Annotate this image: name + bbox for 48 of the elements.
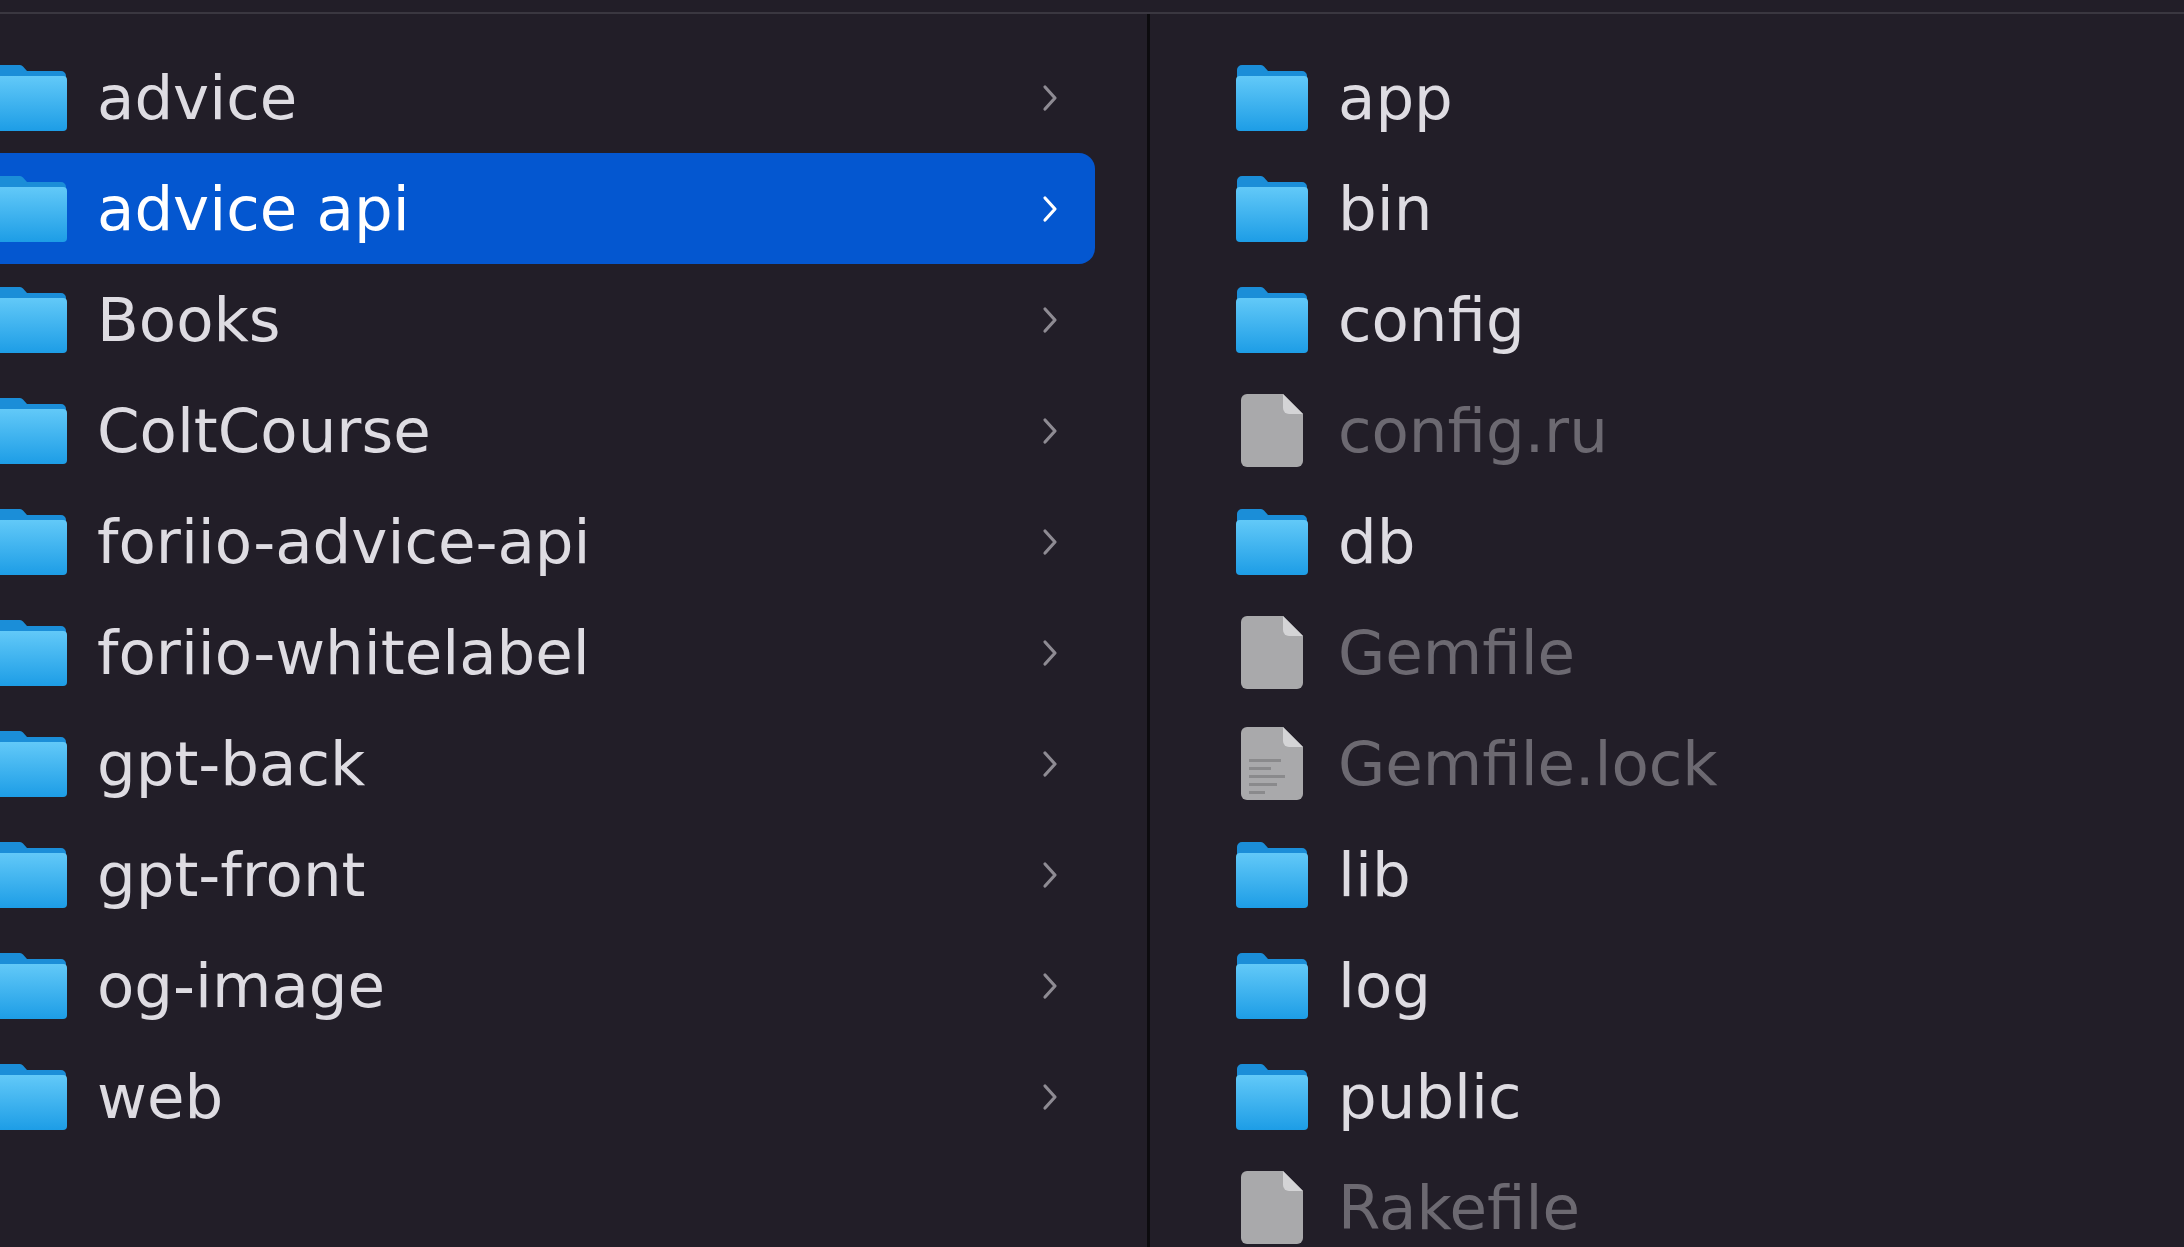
chevron-icon bbox=[1042, 860, 1059, 889]
document-icon bbox=[1241, 727, 1303, 800]
folder-row[interactable]: advice bbox=[0, 42, 1095, 153]
folder-icon bbox=[1236, 175, 1308, 242]
folder-icon bbox=[1236, 286, 1308, 353]
chevron-icon bbox=[1042, 416, 1059, 445]
file-icon bbox=[1241, 616, 1303, 689]
chevron-icon bbox=[1042, 194, 1059, 223]
folder-row[interactable]: web bbox=[0, 1041, 1095, 1152]
chevron-icon bbox=[1042, 305, 1059, 334]
chevron-icon bbox=[1042, 971, 1059, 1000]
chevron-icon bbox=[1042, 83, 1059, 112]
folder-icon bbox=[0, 508, 67, 575]
file-icon bbox=[1241, 1171, 1303, 1244]
folder-row[interactable]: app bbox=[1150, 42, 2184, 153]
folder-row[interactable]: public bbox=[1150, 1041, 2184, 1152]
folder-icon bbox=[0, 619, 67, 686]
folder-row[interactable]: foriio-whitelabel bbox=[0, 597, 1095, 708]
folder-icon bbox=[0, 397, 67, 464]
folder-row[interactable]: config bbox=[1150, 264, 2184, 375]
file-icon bbox=[1241, 394, 1303, 467]
folder-icon bbox=[1236, 508, 1308, 575]
folder-row[interactable]: lib bbox=[1150, 819, 2184, 930]
folder-row[interactable]: gpt-back bbox=[0, 708, 1095, 819]
folder-row[interactable]: db bbox=[1150, 486, 2184, 597]
chevron-icon bbox=[1042, 1082, 1059, 1111]
folder-row[interactable]: foriio-advice-api bbox=[0, 486, 1095, 597]
folder-row[interactable]: advice api bbox=[0, 153, 1095, 264]
folder-row[interactable]: log bbox=[1150, 930, 2184, 1041]
folder-icon bbox=[0, 730, 67, 797]
folder-icon bbox=[1236, 841, 1308, 908]
folder-row[interactable]: gpt-front bbox=[0, 819, 1095, 930]
folder-icon bbox=[0, 286, 67, 353]
folder-icon bbox=[0, 841, 67, 908]
folder-row[interactable]: bin bbox=[1150, 153, 2184, 264]
folder-icon bbox=[1236, 952, 1308, 1019]
chevron-icon bbox=[1042, 527, 1059, 556]
folder-icon bbox=[0, 64, 67, 131]
folder-row[interactable]: Books bbox=[0, 264, 1095, 375]
folder-icon bbox=[0, 175, 67, 242]
folder-row[interactable]: og-image bbox=[0, 930, 1095, 1041]
folder-icon bbox=[0, 952, 67, 1019]
chevron-icon bbox=[1042, 749, 1059, 778]
folder-icon bbox=[1236, 1063, 1308, 1130]
folder-icon bbox=[1236, 64, 1308, 131]
folder-row[interactable]: ColtCourse bbox=[0, 375, 1095, 486]
chevron-icon bbox=[1042, 638, 1059, 667]
folder-icon bbox=[0, 1063, 67, 1130]
